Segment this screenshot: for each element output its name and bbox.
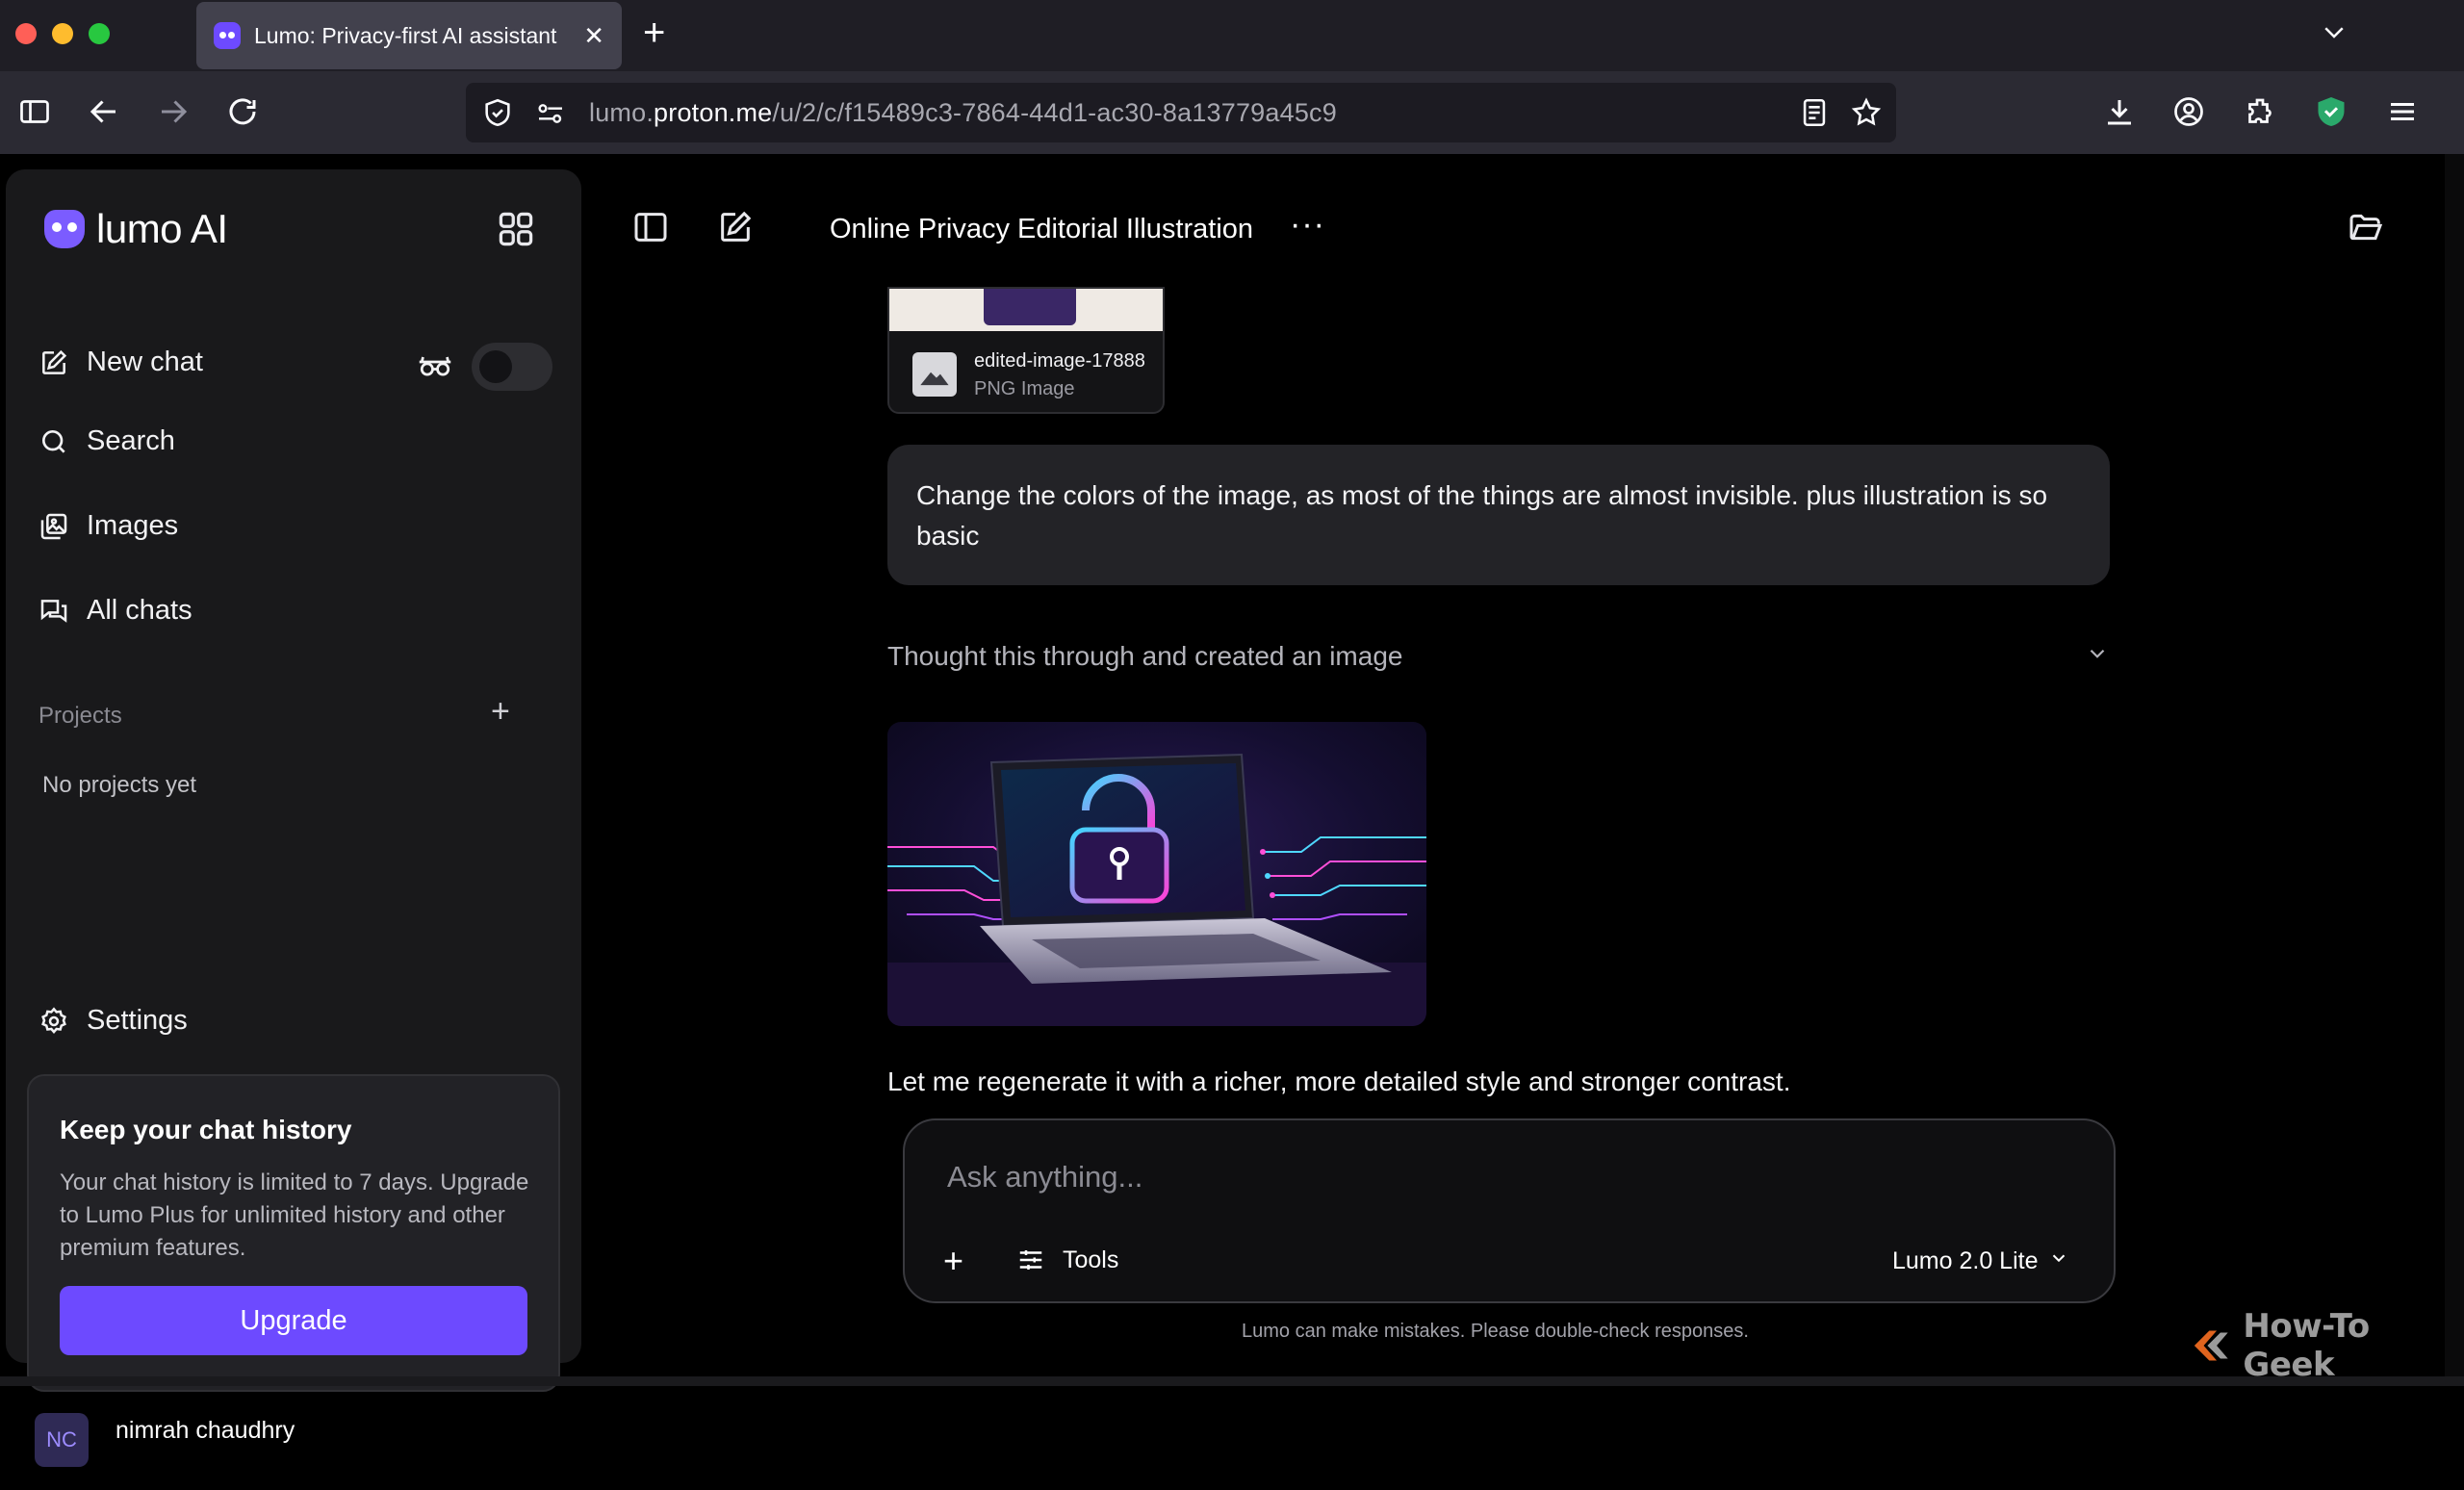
sidebar: lumo AI New chat Search Images All chats… bbox=[6, 169, 581, 1490]
account-icon[interactable] bbox=[2171, 94, 2206, 129]
sidebar-item-label: Images bbox=[87, 510, 179, 541]
thought-summary-toggle[interactable]: Thought this through and created an imag… bbox=[887, 641, 1402, 672]
user-message-bubble: Change the colors of the image, as most … bbox=[887, 445, 2110, 585]
browser-toolbar: lumo.proton.me/u/2/c/f15489c3-7864-44d1-… bbox=[0, 71, 2464, 154]
promo-body: Your chat history is limited to 7 days. … bbox=[60, 1169, 529, 1261]
sidebar-item-label: New chat bbox=[87, 347, 203, 377]
sidebar-item-search[interactable]: Search bbox=[38, 425, 175, 457]
extensions-puzzle-icon[interactable] bbox=[2243, 94, 2277, 129]
lumo-cat-logo-icon bbox=[44, 210, 85, 248]
upgrade-button[interactable]: Upgrade bbox=[60, 1286, 527, 1355]
chat-options-more-icon[interactable]: ··· bbox=[1290, 206, 1325, 244]
sidebar-item-settings[interactable]: Settings bbox=[38, 1005, 188, 1037]
browser-tab-active[interactable]: Lumo: Privacy-first AI assistant ✕ bbox=[196, 2, 622, 69]
disclaimer-text: Lumo can make mistakes. Please double-ch… bbox=[1242, 1321, 1749, 1342]
sidebar-item-label: Settings bbox=[87, 1005, 188, 1036]
bookmark-star-icon[interactable] bbox=[1850, 96, 1883, 129]
laptop-padlock-illustration bbox=[887, 722, 1426, 1026]
zoom-window-button[interactable] bbox=[89, 23, 110, 44]
site-permissions-icon[interactable] bbox=[535, 98, 566, 129]
chats-icon bbox=[40, 599, 67, 623]
new-chat-compose-icon[interactable] bbox=[716, 208, 755, 246]
user-name: nimrah chaudhry bbox=[116, 1417, 295, 1444]
how-to-geek-logo-icon bbox=[2194, 1330, 2228, 1361]
model-label: Lumo 2.0 Lite bbox=[1892, 1247, 2039, 1274]
how-to-geek-watermark: How-To Geek bbox=[2191, 1307, 2464, 1384]
chat-title[interactable]: Online Privacy Editorial Illustration bbox=[830, 214, 1253, 245]
chevron-down-icon bbox=[2048, 1247, 2069, 1275]
add-project-button[interactable]: + bbox=[491, 693, 510, 731]
tools-button[interactable]: Tools bbox=[1016, 1246, 1118, 1274]
back-arrow-icon[interactable] bbox=[87, 94, 121, 129]
new-tab-button[interactable]: + bbox=[643, 13, 665, 52]
tab-list-chevron-icon[interactable] bbox=[2320, 17, 2348, 46]
redacted-email-block bbox=[116, 1450, 383, 1490]
close-window-button[interactable] bbox=[15, 23, 37, 44]
reload-icon[interactable] bbox=[225, 94, 260, 129]
close-tab-icon[interactable]: ✕ bbox=[583, 21, 604, 51]
chevron-down-icon[interactable] bbox=[2085, 641, 2110, 666]
collapse-sidebar-icon[interactable] bbox=[631, 208, 670, 246]
model-selector[interactable]: Lumo 2.0 Lite bbox=[1892, 1247, 2069, 1275]
attachment-thumbnail bbox=[889, 289, 1163, 331]
toggle-knob bbox=[479, 350, 512, 383]
sidebar-item-label: Search bbox=[87, 425, 175, 456]
sliders-icon bbox=[1019, 1250, 1042, 1270]
search-icon bbox=[42, 429, 65, 453]
sidebar-item-all-chats[interactable]: All chats bbox=[38, 595, 192, 627]
avatar: NC bbox=[35, 1413, 89, 1467]
browser-tab-bar: Lumo: Privacy-first AI assistant ✕ + bbox=[0, 0, 2464, 71]
assistant-message: Let me regenerate it with a richer, more… bbox=[887, 1066, 1791, 1096]
url-path: /u/2/c/f15489c3-7864-44d1-ac30-8a13779a4… bbox=[772, 98, 1337, 127]
lumo-logo[interactable]: lumo AI bbox=[44, 206, 228, 252]
window-edge bbox=[2445, 154, 2464, 1386]
tools-label: Tools bbox=[1063, 1246, 1119, 1273]
projects-heading: Projects bbox=[38, 703, 122, 729]
image-file-icon bbox=[912, 352, 957, 397]
upgrade-promo-card: Keep your chat history Your chat history… bbox=[27, 1074, 560, 1392]
no-projects-text: No projects yet bbox=[42, 772, 197, 798]
url-domain: proton.me bbox=[654, 98, 773, 127]
forward-arrow-icon[interactable] bbox=[156, 94, 191, 129]
message-composer: + Tools Lumo 2.0 Lite bbox=[903, 1118, 2116, 1303]
sidebar-toggle-icon[interactable] bbox=[17, 94, 52, 129]
minimize-window-button[interactable] bbox=[52, 23, 73, 44]
tab-title: Lumo: Privacy-first AI assistant bbox=[254, 22, 557, 48]
attachment-filename: edited-image-17888 bbox=[974, 350, 1145, 372]
attachment-card[interactable]: edited-image-17888 PNG Image bbox=[887, 287, 1165, 414]
sidebar-item-new-chat[interactable]: New chat bbox=[38, 347, 203, 378]
reader-view-icon[interactable] bbox=[1798, 96, 1831, 129]
ghost-mode-toggle[interactable] bbox=[472, 343, 552, 391]
compose-icon bbox=[42, 349, 67, 374]
menu-hamburger-icon[interactable] bbox=[2385, 94, 2420, 129]
gear-icon bbox=[41, 1006, 66, 1034]
add-attachment-plus-icon[interactable]: + bbox=[943, 1244, 963, 1278]
tracking-protection-shield-icon[interactable] bbox=[481, 96, 514, 129]
ask-input[interactable] bbox=[947, 1155, 2006, 1199]
ghost-mode-glasses-icon[interactable] bbox=[416, 352, 454, 381]
watermark-text: How-To Geek bbox=[2243, 1307, 2370, 1384]
promo-title: Keep your chat history bbox=[60, 1115, 352, 1144]
generated-image-laptop-lock[interactable] bbox=[887, 722, 1426, 1026]
folder-open-icon[interactable] bbox=[2347, 208, 2385, 246]
lumo-favicon-icon bbox=[214, 22, 241, 49]
attachment-type: PNG Image bbox=[974, 378, 1075, 399]
url-text[interactable]: lumo.proton.me/u/2/c/f15489c3-7864-44d1-… bbox=[589, 98, 1337, 128]
address-bar[interactable]: lumo.proton.me/u/2/c/f15489c3-7864-44d1-… bbox=[466, 83, 1896, 142]
url-prefix: lumo. bbox=[589, 98, 654, 127]
proton-vpn-shield-icon[interactable] bbox=[2314, 94, 2348, 129]
images-icon bbox=[40, 513, 67, 539]
downloads-icon[interactable] bbox=[2102, 94, 2137, 129]
sidebar-item-label: All chats bbox=[87, 595, 192, 626]
logo-text: lumo AI bbox=[96, 206, 228, 251]
dock-strip bbox=[0, 1376, 2464, 1386]
lumo-app: lumo AI New chat Search Images All chats… bbox=[0, 154, 2464, 1490]
apps-grid-icon[interactable] bbox=[495, 208, 537, 250]
sidebar-item-images[interactable]: Images bbox=[38, 510, 178, 542]
